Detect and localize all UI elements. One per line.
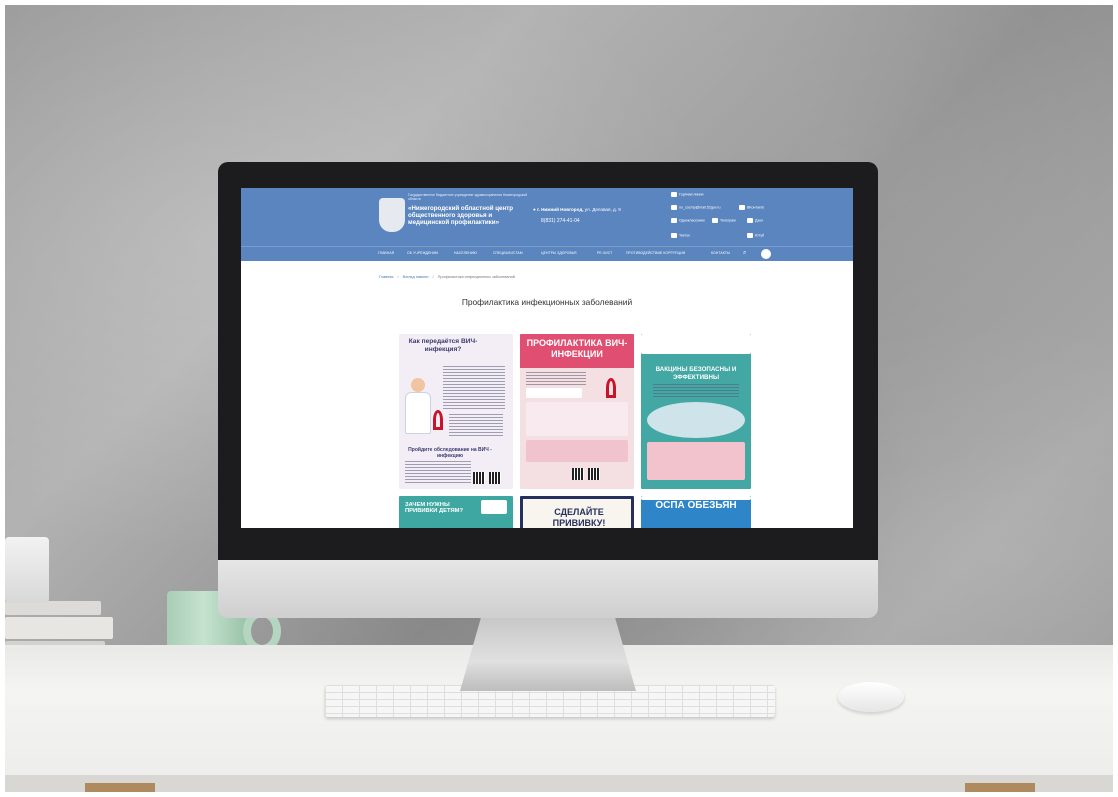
breadcrumb: Главная / Взгляд памяти / Профилактика и… (379, 275, 518, 279)
monitor-chin (218, 560, 878, 618)
poster-hiv-prevention[interactable]: ПРОФИЛАКТИКА ВИЧ-ИНФЕКЦИИ (520, 334, 634, 489)
breadcrumb-separator: / (397, 275, 399, 279)
poster-title: ОСПА ОБЕЗЬЯН (655, 500, 737, 511)
dzen-label: Дзен (755, 218, 764, 223)
nav-item-specialists[interactable]: СПЕЦИАЛИСТАМ (493, 251, 523, 255)
poster-get-vaccinated[interactable]: СДЕЛАЙТЕ ПРИВИВКУ! (520, 496, 634, 528)
phone-number[interactable]: 8(831) 274-41-04 (541, 218, 580, 224)
org-small-text: Государственное бюджетное учреждение здр… (408, 193, 528, 201)
hotline-link[interactable]: Горячая линия (671, 192, 703, 197)
poster-text-block (449, 414, 503, 436)
poster-text-block (653, 384, 739, 398)
mail-icon (671, 205, 677, 210)
breadcrumb-home[interactable]: Главная (379, 275, 393, 279)
ok-icon (671, 218, 677, 223)
search-icon[interactable]: ⌕ (743, 250, 746, 257)
tiktok-label: Тикток (679, 233, 690, 238)
red-ribbon-icon (606, 378, 616, 398)
vk-label: ВКонтакте (747, 205, 765, 210)
poster-vaccines-safe[interactable]: ВАКЦИНЫ БЕЗОПАСНЫ И ЭФФЕКТИВНЫ (641, 334, 751, 489)
poster-logo-strip (641, 334, 751, 354)
youtube-label: Ютуб (755, 233, 765, 238)
youtube-icon (747, 233, 753, 238)
telegram-label: Телеграм (720, 218, 736, 223)
desk-leg (85, 783, 155, 792)
mouse (838, 682, 904, 712)
site-header: Государственное бюджетное учреждение здр… (241, 188, 853, 246)
doctor-illustration (405, 392, 431, 434)
poster-text-block (443, 366, 505, 410)
telegram-icon (712, 218, 718, 223)
coat-of-arms-logo[interactable] (379, 198, 405, 232)
poster-logo-strip (481, 500, 507, 514)
poster-title: ЗАЧЕМ НУЖНЫ ПРИВИВКИ ДЕТЯМ? (405, 502, 464, 515)
location-pin-icon: ● (533, 207, 536, 212)
nav-item-about[interactable]: ОБ УЧРЕЖДЕНИИ (407, 251, 438, 255)
poster-info-box (526, 388, 582, 398)
screen: Государственное бюджетное учреждение здр… (241, 188, 853, 528)
dzen-link[interactable]: Дзен (747, 218, 763, 223)
nav-item-contacts[interactable]: КОНТАКТЫ (711, 251, 730, 255)
poster-info-box (647, 442, 745, 480)
dzen-icon (747, 218, 753, 223)
desk-edge (5, 775, 1113, 792)
vaccine-photo (647, 402, 745, 438)
poster-text-block (526, 372, 586, 386)
poster-title: Как передаётся ВИЧ-инфекция? (408, 338, 478, 353)
poster-title: ПРОФИЛАКТИКА ВИЧ-ИНФЕКЦИИ (520, 334, 634, 368)
address-street: ул. Деловая, д. 9 (584, 207, 621, 212)
qr-code-icon (473, 472, 485, 484)
red-ribbon-icon (433, 410, 443, 430)
poster-hiv-transmission[interactable]: Как передаётся ВИЧ-инфекция? Пройдите об… (399, 334, 513, 489)
org-name[interactable]: «Нижегородский областной центр обществен… (408, 205, 528, 227)
poster-title: ВАКЦИНЫ БЕЗОПАСНЫ И ЭФФЕКТИВНЫ (655, 366, 737, 381)
vk-icon (739, 205, 745, 210)
telegram-link[interactable]: Телеграм (712, 218, 736, 223)
ok-label: Одноклассники (679, 218, 705, 223)
nav-item-population[interactable]: НАСЕЛЕНИЮ (454, 251, 477, 255)
youtube-link[interactable]: Ютуб (747, 233, 764, 238)
poster-title: СДЕЛАЙТЕ ПРИВИВКУ! (552, 507, 606, 528)
qr-code-icon (588, 468, 600, 480)
address: ● г. Нижний Новгород, ул. Деловая, д. 9 (533, 207, 621, 212)
tiktok-icon (671, 233, 677, 238)
tiktok-link[interactable]: Тикток (671, 233, 690, 238)
candle-jar (5, 537, 49, 603)
doctor-illustration (411, 378, 425, 392)
email-link[interactable]: no_cozmp@mail.52gov.ru (671, 205, 721, 210)
email-label: no_cozmp@mail.52gov.ru (679, 205, 721, 210)
poster-info-box (526, 440, 628, 462)
nav-item-anticorruption[interactable]: ПРОТИВОДЕЙСТВИЕ КОРРУПЦИИ (626, 251, 685, 255)
eye-icon[interactable] (761, 249, 771, 259)
hotline-label: Горячая линия (679, 192, 704, 197)
nav-item-health-centers[interactable]: ЦЕНТРЫ ЗДОРОВЬЯ (541, 251, 577, 255)
qr-code-icon (572, 468, 584, 480)
poster-info-box (526, 402, 628, 436)
ok-link[interactable]: Одноклассники (671, 218, 705, 223)
breadcrumb-section[interactable]: Взгляд памяти (403, 275, 429, 279)
nav-item-home[interactable]: ГЛАВНАЯ (378, 251, 394, 255)
vk-link[interactable]: ВКонтакте (739, 205, 764, 210)
monitor-stand (460, 617, 636, 691)
poster-vaccines-kids[interactable]: ЗАЧЕМ НУЖНЫ ПРИВИВКИ ДЕТЯМ? (399, 496, 513, 528)
poster-text-block (405, 461, 471, 485)
photo-scene: Государственное бюджетное учреждение здр… (5, 5, 1113, 792)
nav-item-re-chist[interactable]: РЕ-ЧИСТ (597, 251, 612, 255)
qr-code-icon (489, 472, 501, 484)
main-nav: ГЛАВНАЯ ОБ УЧРЕЖДЕНИИ НАСЕЛЕНИЮ СПЕЦИАЛИ… (241, 246, 853, 261)
breadcrumb-separator: / (432, 275, 434, 279)
phone-icon (671, 192, 677, 197)
address-city: г. Нижний Новгород, (537, 207, 584, 212)
breadcrumb-current: Профилактика инфекционных заболеваний (437, 275, 515, 279)
poster-subtitle: Пройдите обследование на ВИЧ - инфекцию (408, 447, 492, 459)
desk-leg (965, 783, 1035, 792)
poster-monkeypox[interactable]: ОСПА ОБЕЗЬЯН (641, 496, 751, 528)
page-title: Профилактика инфекционных заболеваний (461, 297, 633, 307)
